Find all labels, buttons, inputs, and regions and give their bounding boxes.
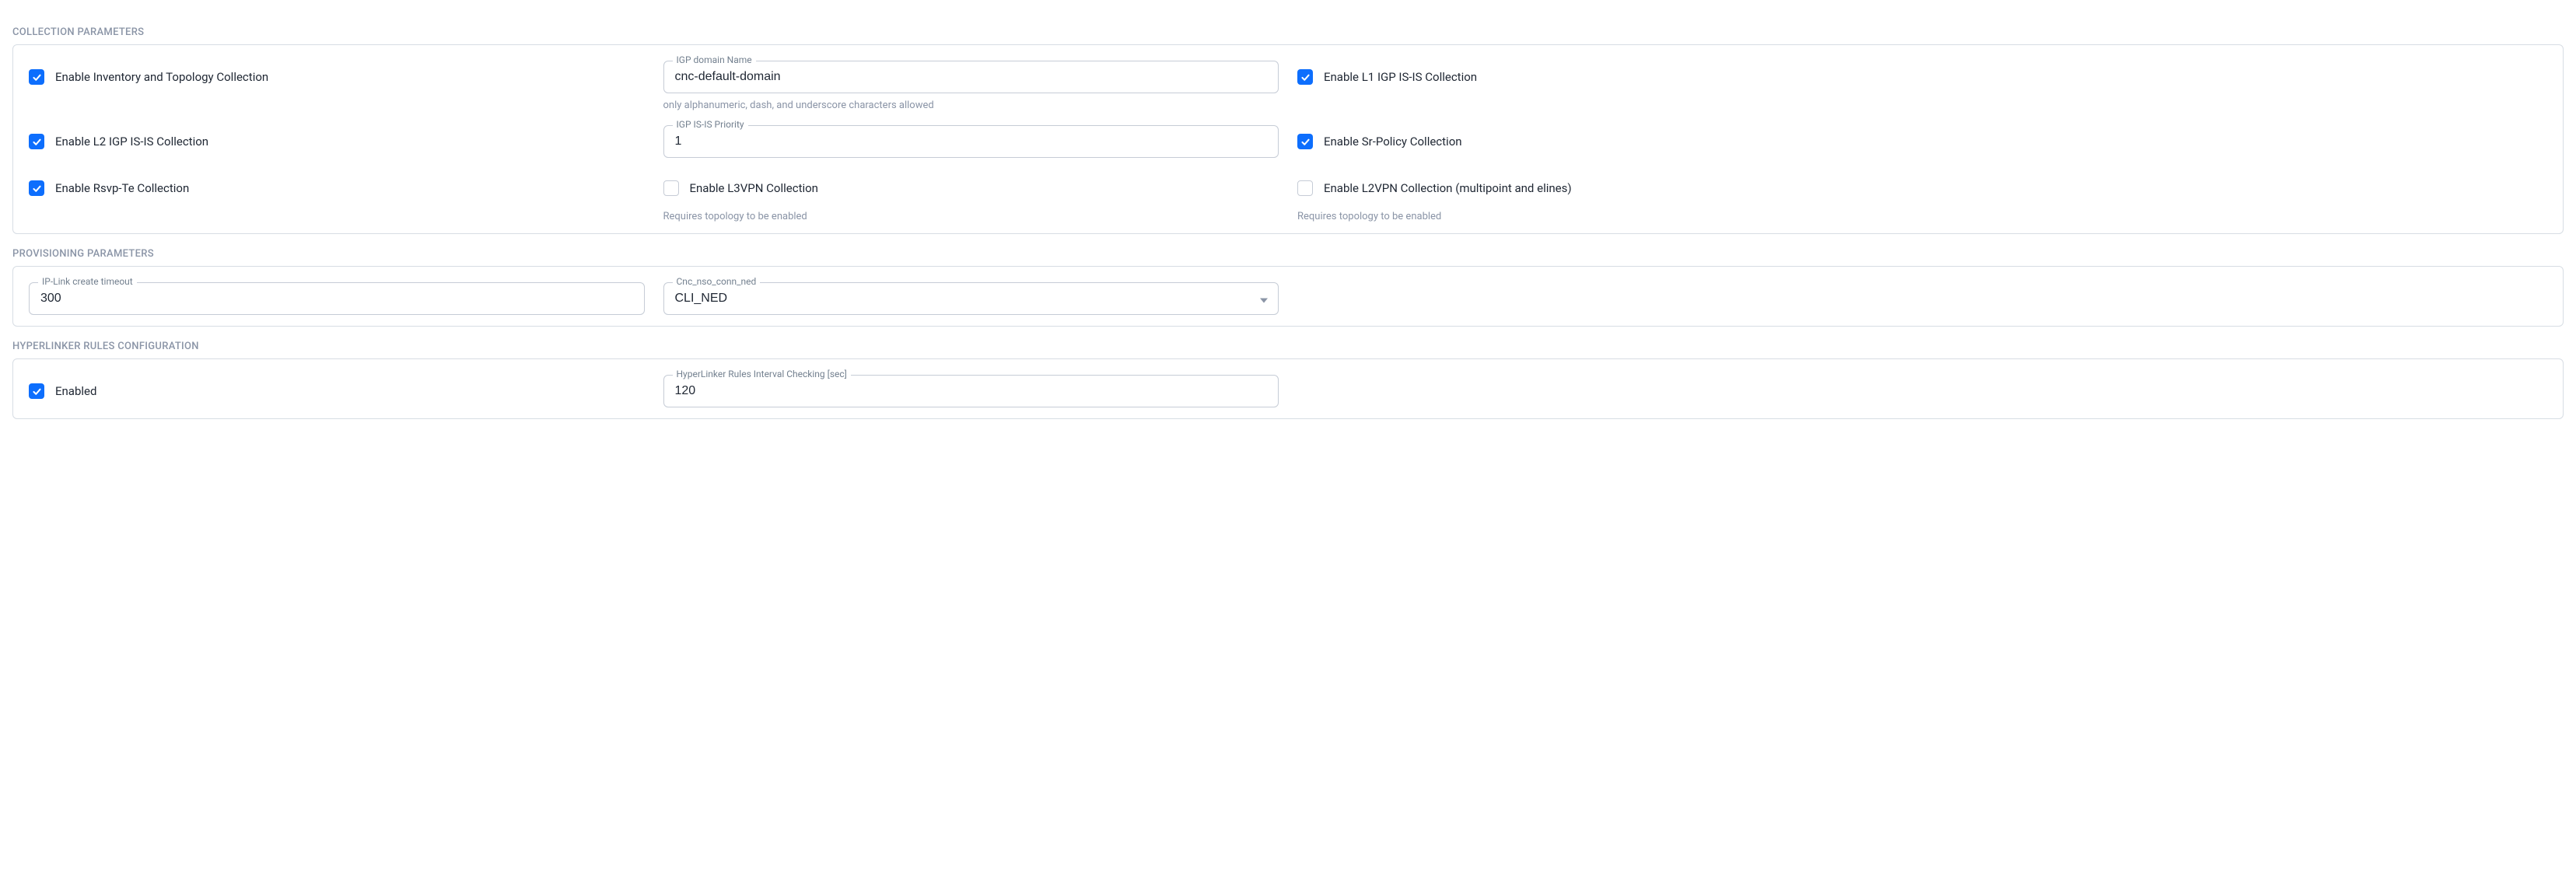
enable-l1-label: Enable L1 IGP IS-IS Collection xyxy=(1324,70,1477,84)
hyperlinker-section-title: HYPERLINKER RULES CONFIGURATION xyxy=(12,341,2564,352)
enable-l2vpn-hint: Requires topology to be enabled xyxy=(1297,211,1913,222)
hyperlinker-interval-input[interactable] xyxy=(663,375,1279,407)
isis-priority-field: IGP IS-IS Priority xyxy=(663,125,1279,158)
enable-l2vpn-col: Enable L2VPN Collection (multipoint and … xyxy=(1297,172,1913,222)
enable-inventory-row: Enable Inventory and Topology Collection xyxy=(29,61,645,93)
provisioning-section-title: PROVISIONING PARAMETERS xyxy=(12,248,2564,260)
cnc-nso-select[interactable] xyxy=(663,282,1279,315)
enable-l3vpn-row: Enable L3VPN Collection xyxy=(663,172,1279,205)
enable-sr-row: Enable Sr-Policy Collection xyxy=(1297,125,1913,158)
enable-sr-checkbox[interactable] xyxy=(1297,134,1313,149)
hyperlinker-interval-label: HyperLinker Rules Interval Checking [sec… xyxy=(673,369,851,379)
igp-domain-field: IGP domain Name only alphanumeric, dash,… xyxy=(663,61,1279,111)
enable-rsvp-row: Enable Rsvp-Te Collection xyxy=(29,172,645,205)
enable-rsvp-label: Enable Rsvp-Te Collection xyxy=(55,181,189,195)
check-icon xyxy=(32,72,42,82)
enable-l2vpn-checkbox[interactable] xyxy=(1297,180,1313,196)
check-icon xyxy=(32,386,42,397)
hyperlinker-interval-field: HyperLinker Rules Interval Checking [sec… xyxy=(663,375,1279,407)
enable-sr-label: Enable Sr-Policy Collection xyxy=(1324,135,1462,149)
hyperlinker-enabled-label: Enabled xyxy=(55,384,96,398)
collection-section-title: COLLECTION PARAMETERS xyxy=(12,26,2564,38)
enable-l2vpn-label: Enable L2VPN Collection (multipoint and … xyxy=(1324,181,1572,195)
isis-priority-input[interactable] xyxy=(663,125,1279,158)
ip-link-timeout-label: IP-Link create timeout xyxy=(38,276,137,287)
enable-l2vpn-row: Enable L2VPN Collection (multipoint and … xyxy=(1297,172,1913,205)
igp-domain-hint: only alphanumeric, dash, and underscore … xyxy=(663,100,1279,111)
enable-l3vpn-checkbox[interactable] xyxy=(663,180,679,196)
enable-l3vpn-hint: Requires topology to be enabled xyxy=(663,211,1279,222)
enable-inventory-label: Enable Inventory and Topology Collection xyxy=(55,70,268,84)
check-icon xyxy=(1300,137,1311,147)
enable-l3vpn-col: Enable L3VPN Collection Requires topolog… xyxy=(663,172,1279,222)
igp-domain-input[interactable] xyxy=(663,61,1279,93)
enable-l2-label: Enable L2 IGP IS-IS Collection xyxy=(55,135,208,149)
ip-link-timeout-input[interactable] xyxy=(29,282,645,315)
provisioning-panel: IP-Link create timeout Cnc_nso_conn_ned xyxy=(12,266,2564,327)
cnc-nso-label: Cnc_nso_conn_ned xyxy=(673,276,761,287)
enable-l2-row: Enable L2 IGP IS-IS Collection xyxy=(29,125,645,158)
collection-panel: Enable Inventory and Topology Collection… xyxy=(12,44,2564,234)
enable-l3vpn-label: Enable L3VPN Collection xyxy=(690,181,818,195)
enable-l2-checkbox[interactable] xyxy=(29,134,44,149)
enable-inventory-checkbox[interactable] xyxy=(29,69,44,85)
hyperlinker-enabled-checkbox[interactable] xyxy=(29,383,44,399)
igp-domain-label: IGP domain Name xyxy=(673,54,756,65)
check-icon xyxy=(32,184,42,194)
enable-l1-row: Enable L1 IGP IS-IS Collection xyxy=(1297,61,1913,93)
cnc-nso-field: Cnc_nso_conn_ned xyxy=(663,282,1279,315)
hyperlinker-enabled-row: Enabled xyxy=(29,375,645,407)
enable-rsvp-checkbox[interactable] xyxy=(29,180,44,196)
enable-l1-checkbox[interactable] xyxy=(1297,69,1313,85)
isis-priority-label: IGP IS-IS Priority xyxy=(673,119,748,130)
check-icon xyxy=(1300,72,1311,82)
ip-link-timeout-field: IP-Link create timeout xyxy=(29,282,645,315)
hyperlinker-panel: Enabled HyperLinker Rules Interval Check… xyxy=(12,358,2564,419)
check-icon xyxy=(32,137,42,147)
